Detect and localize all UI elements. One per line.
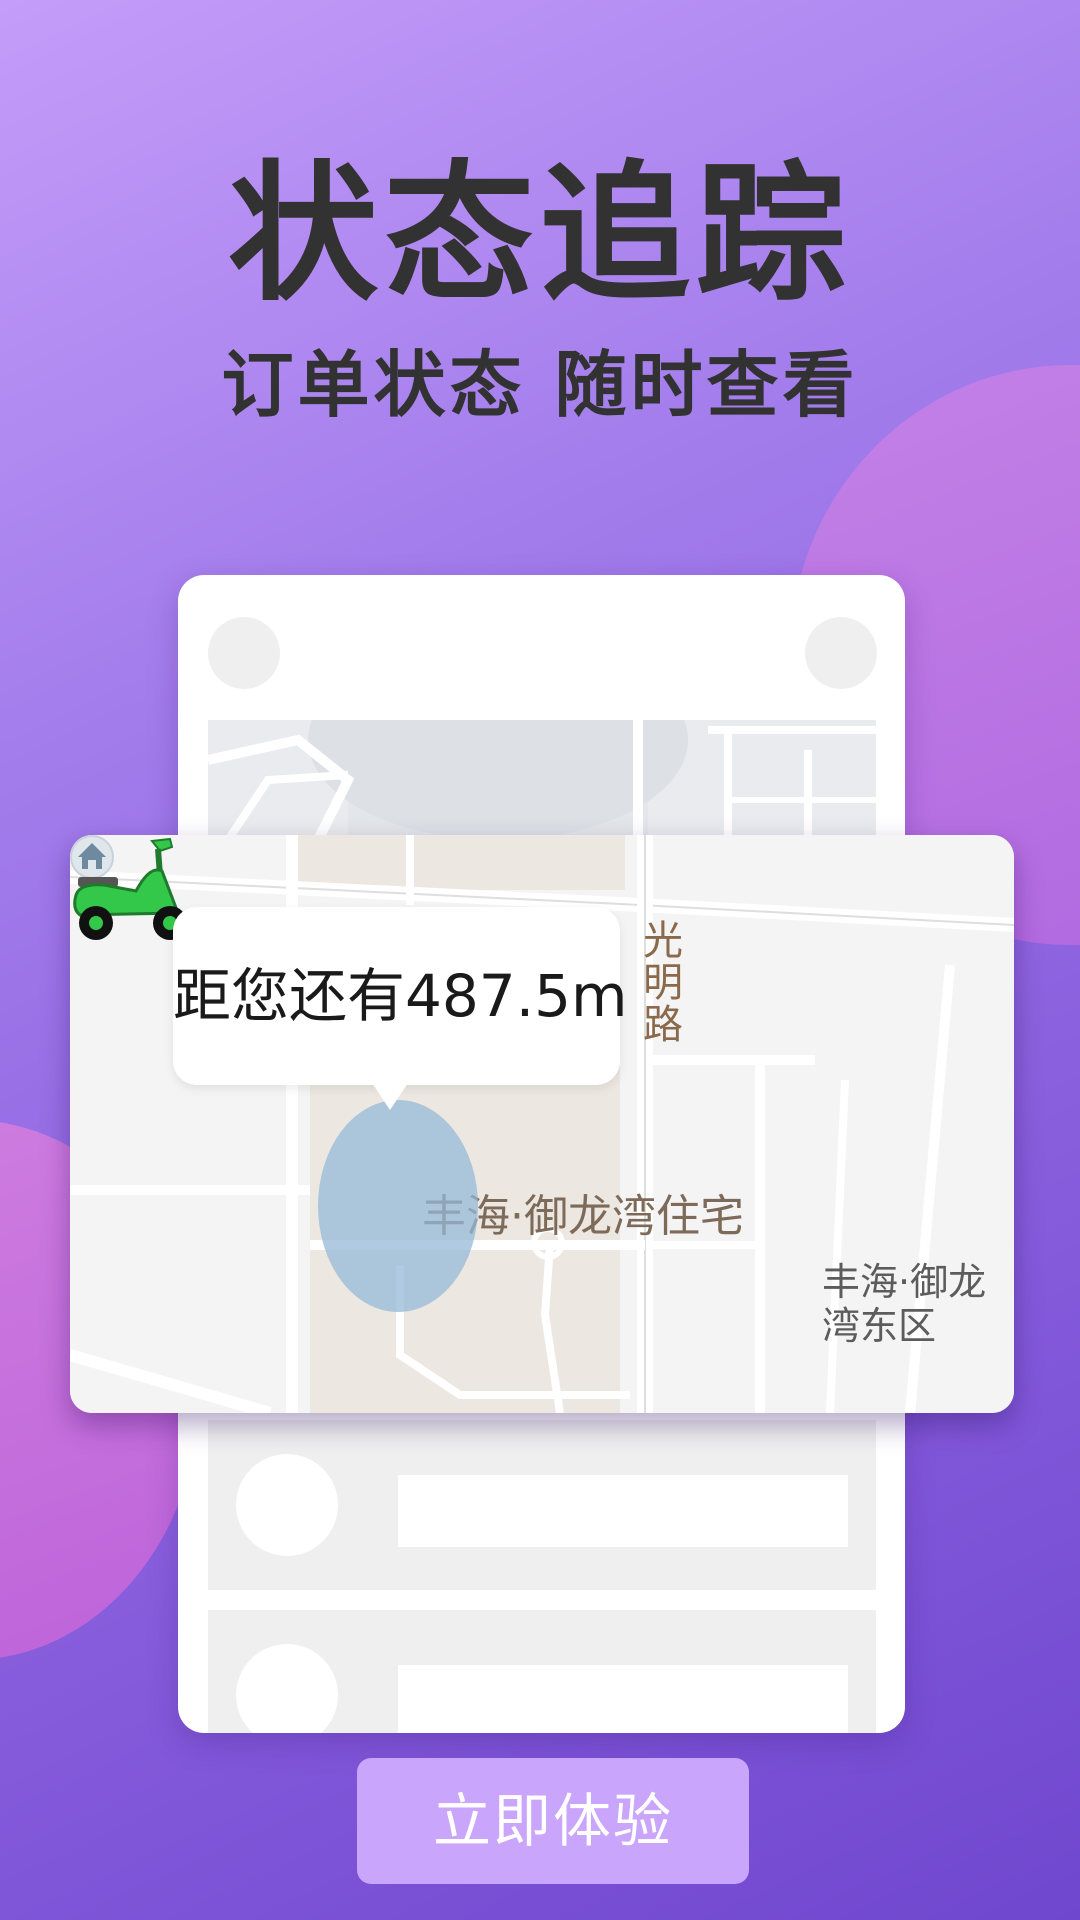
- list-item-avatar: [236, 1644, 338, 1733]
- phone-map-preview: [208, 720, 876, 840]
- page-title: 状态追踪: [227, 148, 852, 322]
- list-item-text-placeholder: [398, 1475, 848, 1547]
- list-item-avatar: [236, 1454, 338, 1556]
- map-card[interactable]: 光 明 路 丰海·御龙湾住宅 丰海·御龙 湾东区 距您还有487.5m: [70, 835, 1014, 1413]
- page-subtitle: 订单状态 随时查看: [221, 343, 859, 427]
- distance-bubble: 距您还有487.5m: [173, 907, 628, 1085]
- try-now-button[interactable]: 立即体验: [357, 1758, 749, 1884]
- list-item: [208, 1610, 876, 1733]
- phone-sensor-right: [805, 617, 877, 689]
- phone-sensor-left: [208, 617, 280, 689]
- list-item: [208, 1420, 876, 1590]
- rider-location-halo: [318, 1100, 478, 1312]
- road-name-label: 光 明 路: [643, 918, 683, 1048]
- poi-label-secondary: 丰海·御龙 湾东区: [822, 1260, 987, 1348]
- phone-map-roads: [208, 720, 876, 840]
- distance-text: 距您还有487.5m: [173, 962, 628, 1030]
- distance-bubble-pointer: [370, 1080, 410, 1110]
- onboarding-page: 状态追踪 订单状态 随时查看 光 明 路 丰海·御龙湾住宅 丰海·御龙 湾东区 …: [0, 0, 1080, 1920]
- list-item-text-placeholder: [398, 1665, 848, 1733]
